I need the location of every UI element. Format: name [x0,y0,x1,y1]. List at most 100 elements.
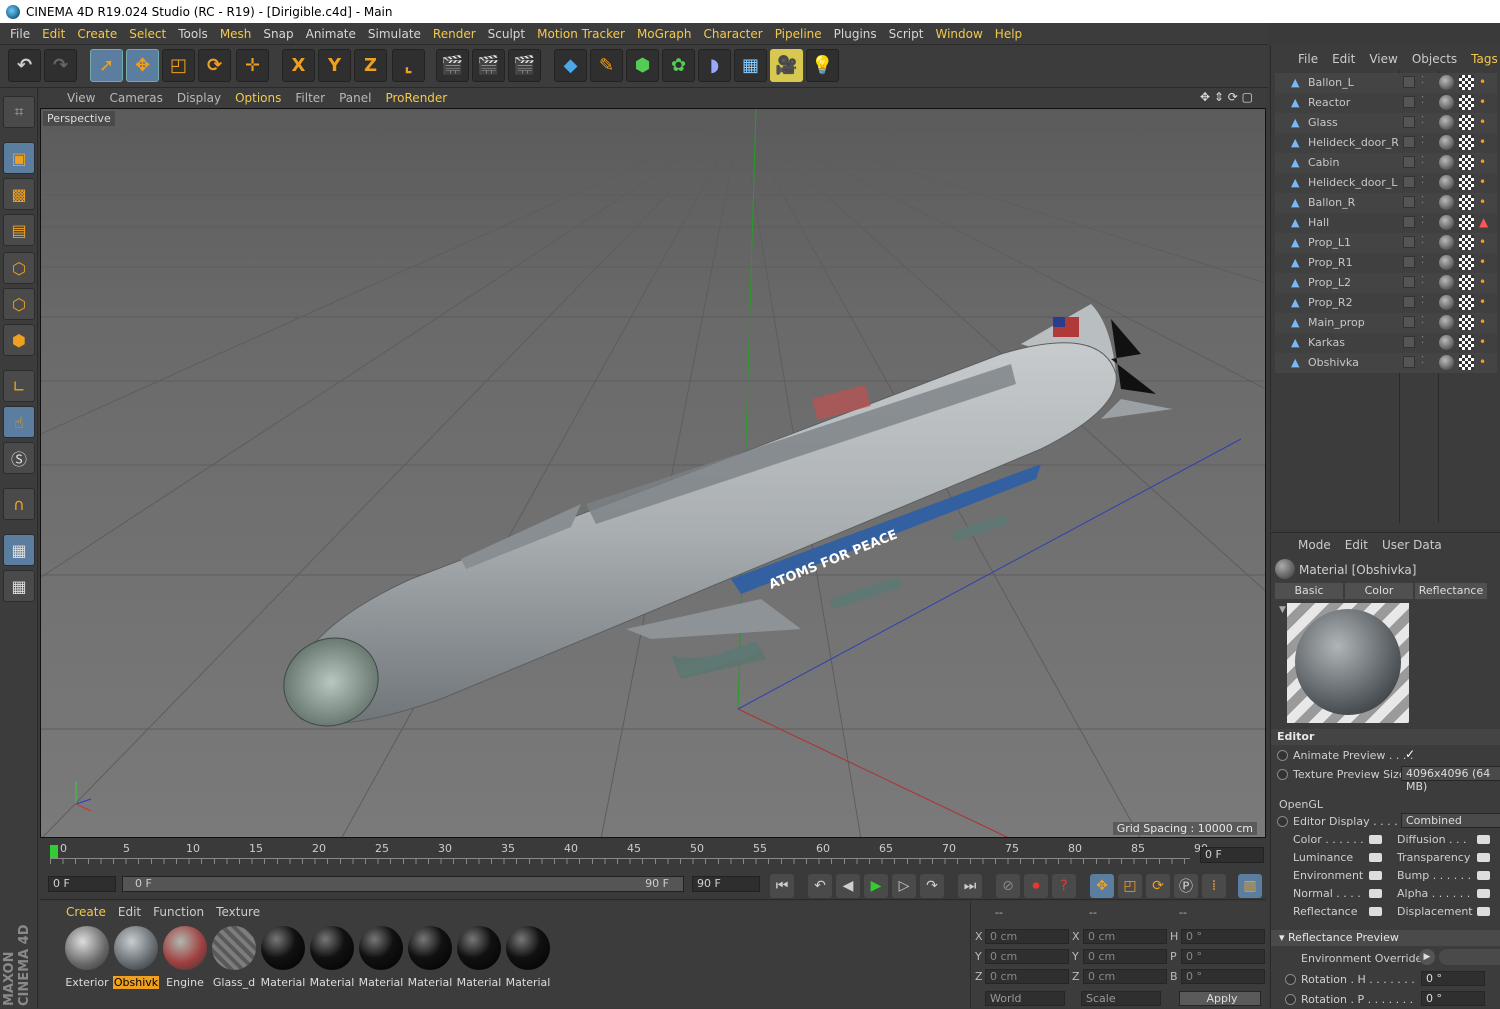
menu-motion-tracker[interactable]: Motion Tracker [531,27,631,41]
layer-checkbox-icon[interactable] [1403,336,1415,348]
material-swatch[interactable]: Glass_d [211,926,257,989]
eye-toggle-icon[interactable] [1477,853,1490,862]
eye-toggle-icon[interactable] [1369,907,1382,916]
layer-checkbox-icon[interactable] [1403,356,1415,368]
material-swatch[interactable]: Material [407,926,453,989]
uvw-tag-icon[interactable] [1459,195,1474,210]
phong-tag-icon[interactable]: • [1479,75,1494,90]
visibility-dots-icon[interactable]: ⁚ [1421,195,1424,206]
object-name[interactable]: Helideck_door_L [1308,176,1397,189]
material-swatch[interactable]: Material [456,926,502,989]
autokeying-button[interactable]: ⏺ [1024,874,1048,898]
visibility-dots-icon[interactable]: ⁚ [1421,135,1424,146]
edges-mode-button[interactable]: ⬡ [3,288,35,320]
material-tag-icon[interactable] [1439,255,1454,270]
layer-checkbox-icon[interactable] [1403,96,1415,108]
rotation-p-field[interactable]: 0 ° [1421,991,1485,1006]
material-tag-icon[interactable] [1439,135,1454,150]
camera-button[interactable]: 🎥 [770,49,803,82]
floor-button[interactable]: ▦ [734,49,767,82]
eye-toggle-icon[interactable] [1369,889,1382,898]
layer-checkbox-icon[interactable] [1403,116,1415,128]
uvw-tag-icon[interactable] [1459,175,1474,190]
previous-frame-button[interactable]: ◀ [836,874,860,898]
go-to-end-button[interactable]: ⏭ [958,874,982,898]
uvw-tag-icon[interactable] [1459,355,1474,370]
scale-tool[interactable]: ◰ [162,49,195,82]
object-row[interactable]: ▲ Prop_L2 ⁚ • [1275,273,1497,293]
menu-edit[interactable]: Edit [36,27,71,41]
material-tag-icon[interactable] [1439,95,1454,110]
phong-tag-icon[interactable]: • [1479,315,1494,330]
viewport-menu-filter[interactable]: Filter [288,91,332,105]
material-tag-icon[interactable] [1439,355,1454,370]
camera-label[interactable]: Perspective [43,111,115,126]
phong-tag-icon[interactable]: • [1479,335,1494,350]
menu-select[interactable]: Select [123,27,172,41]
layer-checkbox-icon[interactable] [1403,276,1415,288]
undo-button[interactable]: ↶ [8,49,41,82]
menu-file[interactable]: File [4,27,36,41]
visibility-dots-icon[interactable]: ⁚ [1421,275,1424,286]
uvw-tag-icon[interactable] [1459,295,1474,310]
object-row[interactable]: ▲ Glass ⁚ • [1275,113,1497,133]
snap-button[interactable]: ∩ [3,488,35,520]
object-row[interactable]: ▲ Cabin ⁚ • [1275,153,1497,173]
phong-tag-icon[interactable]: • [1479,255,1494,270]
size-field[interactable]: 0 cm [1083,949,1167,964]
object-name[interactable]: Karkas [1308,336,1345,349]
object-name[interactable]: Prop_L2 [1308,276,1351,289]
z-axis-button[interactable]: Z [354,49,387,82]
subdivision-surface-button[interactable]: ⬢ [626,49,659,82]
menu-pipeline[interactable]: Pipeline [769,27,828,41]
eye-toggle-icon[interactable] [1369,871,1382,880]
texture-mode-button[interactable]: ▩ [3,178,35,210]
material-swatch[interactable]: Exterior [64,926,110,989]
object-row[interactable]: ▲ Helideck_door_L ⁚ • [1275,173,1497,193]
object-row[interactable]: ▲ Reactor ⁚ • [1275,93,1497,113]
menu-window[interactable]: Window [929,27,988,41]
menu-mesh[interactable]: Mesh [214,27,258,41]
object-row[interactable]: ▲ Ballon_R ⁚ • [1275,193,1497,213]
uvw-tag-icon[interactable] [1459,95,1474,110]
rotation-key-button[interactable]: ⟳ [1146,874,1170,898]
layer-checkbox-icon[interactable] [1403,176,1415,188]
layer-checkbox-icon[interactable] [1403,216,1415,228]
rotation-field[interactable]: 0 ° [1181,929,1265,944]
parameter-key-button[interactable]: Ⓟ [1174,874,1198,898]
visibility-dots-icon[interactable]: ⁚ [1421,95,1424,106]
eye-toggle-icon[interactable] [1477,871,1490,880]
object-name[interactable]: Main_prop [1308,316,1365,329]
object-name[interactable]: Prop_L1 [1308,236,1351,249]
workplane-lock-button[interactable]: ▦ [3,534,35,566]
phong-tag-icon[interactable]: • [1479,155,1494,170]
eye-toggle-icon[interactable] [1477,889,1490,898]
phong-tag-icon[interactable]: • [1479,195,1494,210]
warning-tag-icon[interactable]: ▲ [1479,215,1494,230]
layer-checkbox-icon[interactable] [1403,296,1415,308]
polygons-mode-button[interactable]: ⬢ [3,324,35,356]
y-axis-button[interactable]: Y [318,49,351,82]
scale-dropdown[interactable]: Scale [1081,991,1161,1006]
coordinate-system-button[interactable]: ⌞ [392,49,425,82]
reflectance-preview-section[interactable]: ▾ Reflectance Preview [1271,930,1500,946]
object-row[interactable]: ▲ Helideck_door_R ⁚ • [1275,133,1497,153]
object-name[interactable]: Hall [1308,216,1329,229]
material-tag-icon[interactable] [1439,335,1454,350]
visibility-dots-icon[interactable]: ⁚ [1421,175,1424,186]
start-frame-field[interactable]: 0 F [48,876,116,892]
uvw-tag-icon[interactable] [1459,235,1474,250]
material-tag-icon[interactable] [1439,315,1454,330]
position-field[interactable]: 0 cm [985,949,1069,964]
layer-checkbox-icon[interactable] [1403,156,1415,168]
rotate-tool[interactable]: ⟳ [198,49,231,82]
environment-override-button[interactable]: ▶ [1419,949,1435,965]
visibility-dots-icon[interactable]: ⁚ [1421,335,1424,346]
uvw-tag-icon[interactable] [1459,315,1474,330]
apply-button[interactable]: Apply [1179,991,1261,1006]
solo-button[interactable]: Ⓢ [3,442,35,474]
object-row[interactable]: ▲ Obshivka ⁚ • [1275,353,1497,373]
phong-tag-icon[interactable]: • [1479,115,1494,130]
eye-toggle-icon[interactable] [1369,853,1382,862]
visibility-dots-icon[interactable]: ⁚ [1421,115,1424,126]
